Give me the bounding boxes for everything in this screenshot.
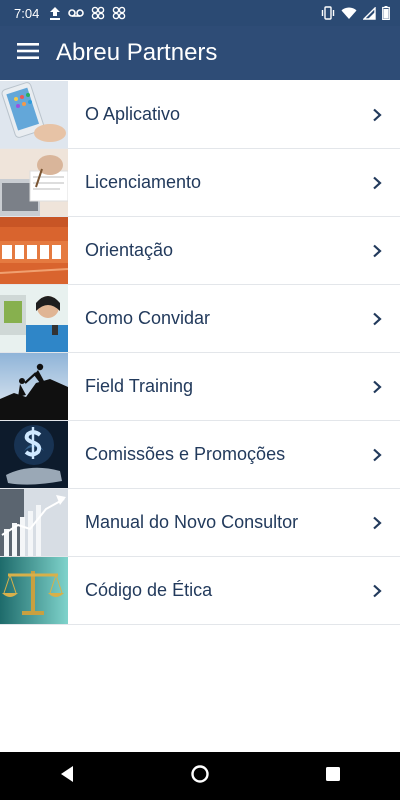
back-icon [59, 765, 75, 788]
menu-item-label: Manual do Novo Consultor [85, 512, 299, 532]
status-time: 7:04 [14, 5, 40, 21]
climbers-silhouette-photo [0, 353, 68, 420]
chevron-right-icon [366, 104, 388, 126]
chevron-right-icon [366, 444, 388, 466]
menu-item-label: Orientação [85, 240, 174, 260]
chevron-right-icon [366, 512, 388, 534]
page-title: Abreu Partners [56, 39, 218, 66]
business-chart-photo [0, 489, 68, 556]
menu-item-label: Código de Ética [85, 580, 213, 600]
menu-item-como-convidar[interactable]: Como Convidar [0, 285, 400, 353]
status-notification-icons [49, 6, 126, 20]
chevron-right-icon [366, 376, 388, 398]
chevron-right-icon [366, 172, 388, 194]
menu-item-label: O Aplicativo [85, 104, 181, 124]
menu-item-o-aplicativo[interactable]: O Aplicativo [0, 81, 400, 149]
menu-item-field-training[interactable]: Field Training [0, 353, 400, 421]
battery-icon [382, 6, 390, 20]
status-bar: 7:04 [0, 0, 400, 26]
hamburger-menu-icon [17, 42, 39, 64]
home-button[interactable] [176, 752, 224, 800]
status-system-icons [321, 6, 390, 20]
menu-item-codigo-de-etica[interactable]: Código de Ética [0, 557, 400, 625]
recents-button[interactable] [309, 752, 357, 800]
smartphone-photo [0, 81, 68, 148]
recents-icon [325, 766, 341, 787]
chevron-right-icon [366, 580, 388, 602]
menu-item-licenciamento[interactable]: Licenciamento [0, 149, 400, 217]
voicemail-icon [68, 8, 85, 18]
menu-item-label: Licenciamento [85, 172, 202, 192]
menu-item-comissoes-promocoes[interactable]: Comissões e Promoções [0, 421, 400, 489]
menu-item-label: Comissões e Promoções [85, 444, 286, 464]
upload-icon [49, 6, 61, 20]
dollar-hand-photo [0, 421, 68, 488]
vibrate-icon [321, 6, 335, 20]
chevron-right-icon [366, 308, 388, 330]
navigation-bar [0, 752, 400, 800]
wifi-icon [341, 7, 357, 20]
menu-button[interactable] [0, 26, 56, 80]
app-bar: Abreu Partners [0, 26, 400, 80]
writing-notebook-photo [0, 149, 68, 216]
app-notification-icon [91, 6, 105, 20]
back-button[interactable] [43, 752, 91, 800]
start-track-photo [0, 217, 68, 284]
menu-list: O Aplicativo Licenciamento Orientação Co… [0, 81, 400, 625]
menu-item-label: Field Training [85, 376, 194, 396]
scales-of-justice-photo [0, 557, 68, 624]
woman-phone-photo [0, 285, 68, 352]
menu-item-label: Como Convidar [85, 308, 211, 328]
signal-icon [363, 6, 376, 20]
menu-item-manual-novo-consultor[interactable]: Manual do Novo Consultor [0, 489, 400, 557]
home-icon [190, 764, 210, 789]
chevron-right-icon [366, 240, 388, 262]
app-notification-icon [112, 6, 126, 20]
menu-item-orientacao[interactable]: Orientação [0, 217, 400, 285]
